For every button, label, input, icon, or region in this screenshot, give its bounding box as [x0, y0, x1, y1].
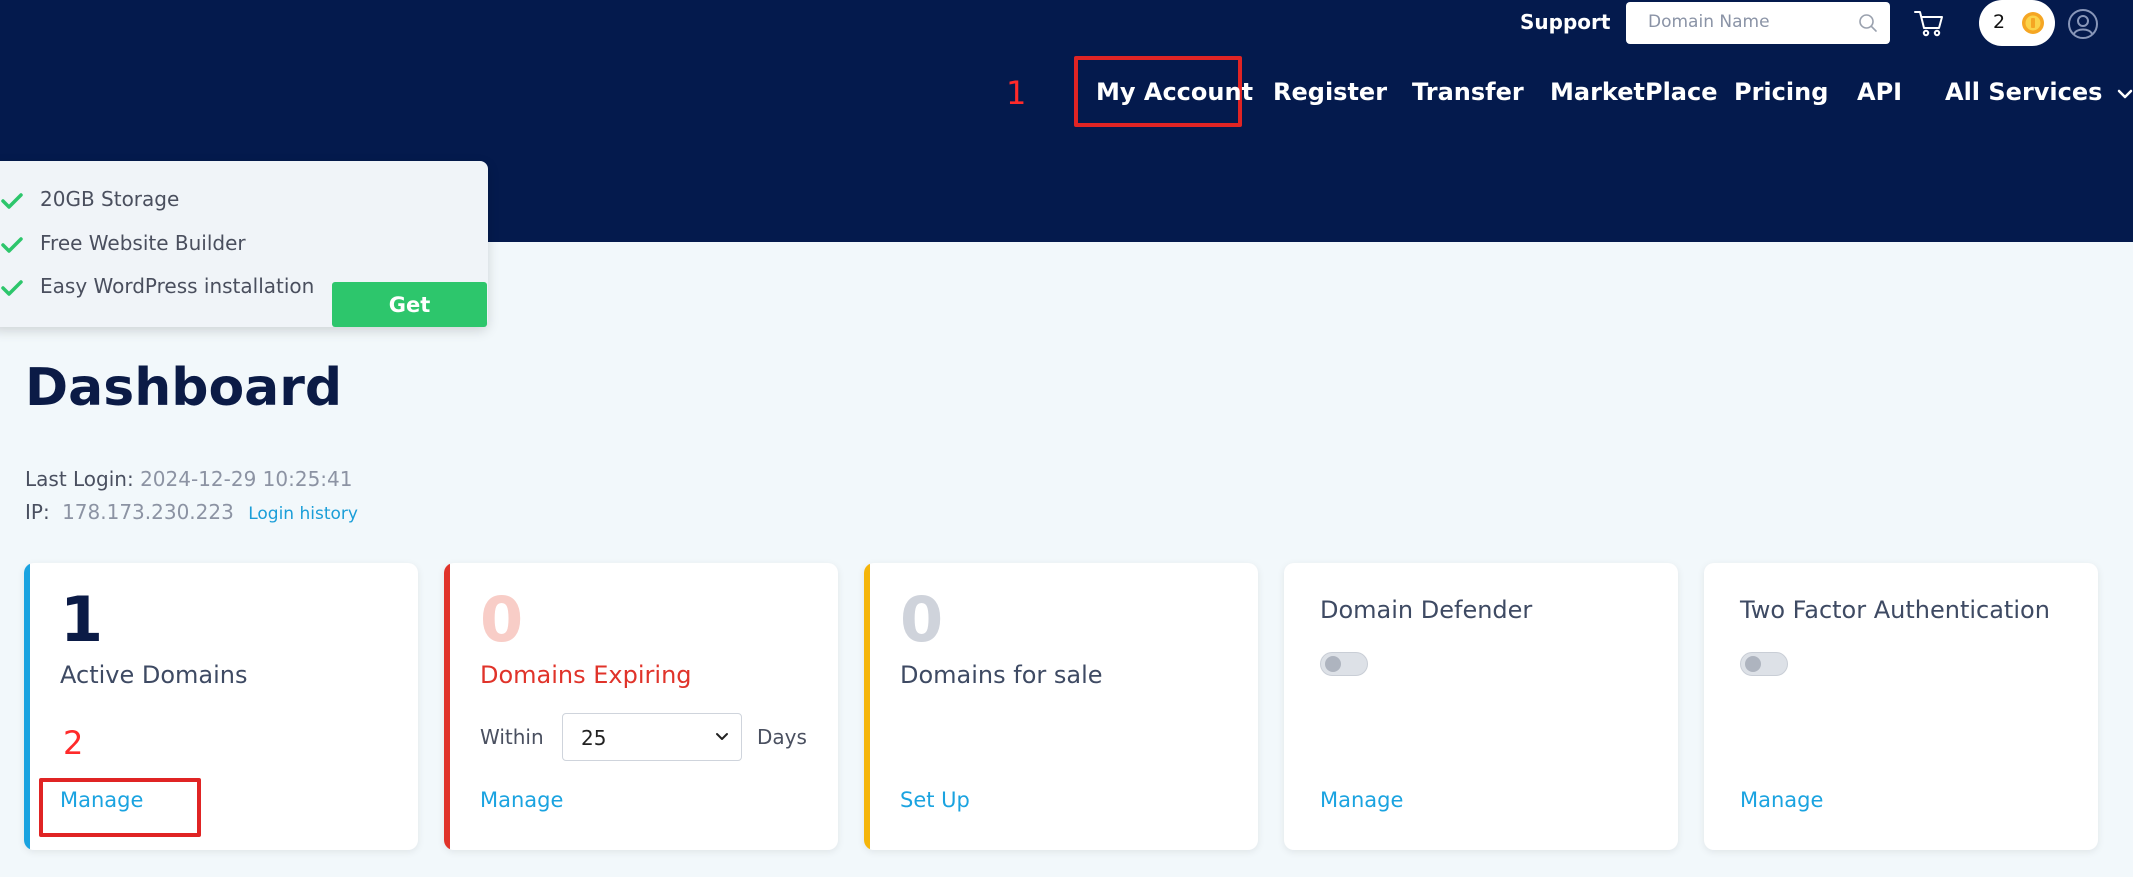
check-icon	[1, 279, 23, 296]
cart-icon[interactable]	[1913, 8, 1945, 38]
domain-defender-toggle[interactable]	[1320, 652, 1368, 676]
domain-defender-card: Domain Defender Manage	[1284, 563, 1678, 850]
domains-expiring-card: 0 Domains Expiring Within 25 Days Manage	[444, 563, 838, 850]
active-domains-count: 1	[60, 583, 104, 656]
domains-for-sale-card: 0 Domains for sale Set Up	[864, 563, 1258, 850]
coin-count: 2	[1993, 11, 2006, 33]
domains-for-sale-label: Domains for sale	[900, 661, 1103, 689]
domain-search-input[interactable]	[1648, 12, 1848, 32]
domains-for-sale-count: 0	[900, 583, 944, 656]
domains-expiring-label: Domains Expiring	[480, 661, 692, 689]
nav-register[interactable]: Register	[1273, 78, 1387, 106]
last-login-label: Last Login:	[25, 467, 134, 491]
promo-item-label: 20GB Storage	[40, 187, 180, 211]
ip-value: 178.173.230.223	[62, 500, 234, 524]
toggle-knob	[1325, 656, 1341, 672]
card-accent	[444, 563, 450, 850]
domains-expiring-count: 0	[480, 583, 524, 656]
coin-balance[interactable]: 2	[1979, 0, 2055, 46]
nav-pricing[interactable]: Pricing	[1734, 78, 1828, 106]
coin-icon	[2022, 12, 2044, 34]
two-factor-toggle[interactable]	[1740, 652, 1788, 676]
active-domains-label: Active Domains	[60, 661, 248, 689]
promo-item: Easy WordPress installation	[0, 274, 314, 298]
chevron-down-icon	[716, 733, 728, 740]
toggle-knob	[1745, 656, 1761, 672]
login-history-link[interactable]: Login history	[248, 504, 358, 524]
promo-item-label: Free Website Builder	[40, 231, 246, 255]
domain-defender-manage-link[interactable]: Manage	[1320, 788, 1403, 812]
page-title: Dashboard	[25, 358, 343, 418]
within-label: Within	[480, 725, 544, 749]
nav-marketplace[interactable]: MarketPlace	[1550, 78, 1718, 106]
nav-api[interactable]: API	[1857, 78, 1902, 106]
chevron-down-icon	[2117, 89, 2133, 99]
card-accent	[864, 563, 870, 850]
nav-all-services[interactable]: All Services	[1945, 78, 2133, 106]
get-hosting-button[interactable]: Get	[332, 282, 487, 327]
nav-all-services-label: All Services	[1945, 78, 2103, 106]
two-factor-title: Two Factor Authentication	[1740, 596, 2050, 624]
ip-label: IP:	[25, 500, 50, 524]
days-label: Days	[757, 725, 807, 749]
support-link[interactable]: Support	[1520, 10, 1610, 34]
two-factor-card: Two Factor Authentication Manage	[1704, 563, 2098, 850]
nav-my-account[interactable]: My Account	[1096, 78, 1253, 106]
nav-transfer[interactable]: Transfer	[1412, 78, 1524, 106]
search-icon[interactable]	[1858, 13, 1878, 33]
hosting-promo-panel: 20GB Storage Free Website Builder Easy W…	[0, 161, 488, 327]
promo-item-label: Easy WordPress installation	[40, 274, 315, 298]
user-account-icon[interactable]	[2067, 8, 2099, 40]
last-login-value: 2024-12-29 10:25:41	[140, 467, 353, 491]
card-accent	[24, 563, 30, 850]
check-icon	[1, 236, 23, 253]
last-login-line: Last Login: 2024-12-29 10:25:41	[25, 467, 353, 491]
promo-item: Free Website Builder	[0, 231, 246, 255]
domain-defender-title: Domain Defender	[1320, 596, 1533, 624]
annotation-number-2: 2	[63, 724, 84, 762]
expiry-days-select[interactable]: 25	[562, 713, 742, 761]
annotation-number-1: 1	[1006, 74, 1027, 112]
expiry-days-value: 25	[581, 726, 607, 750]
domain-search-box[interactable]	[1626, 2, 1890, 44]
promo-item: 20GB Storage	[0, 187, 179, 211]
domains-for-sale-setup-link[interactable]: Set Up	[900, 788, 970, 812]
domains-expiring-manage-link[interactable]: Manage	[480, 788, 563, 812]
check-icon	[1, 192, 23, 209]
ip-line: IP: 178.173.230.223 Login history	[25, 500, 358, 524]
two-factor-manage-link[interactable]: Manage	[1740, 788, 1823, 812]
annotation-highlight-manage	[39, 778, 201, 837]
